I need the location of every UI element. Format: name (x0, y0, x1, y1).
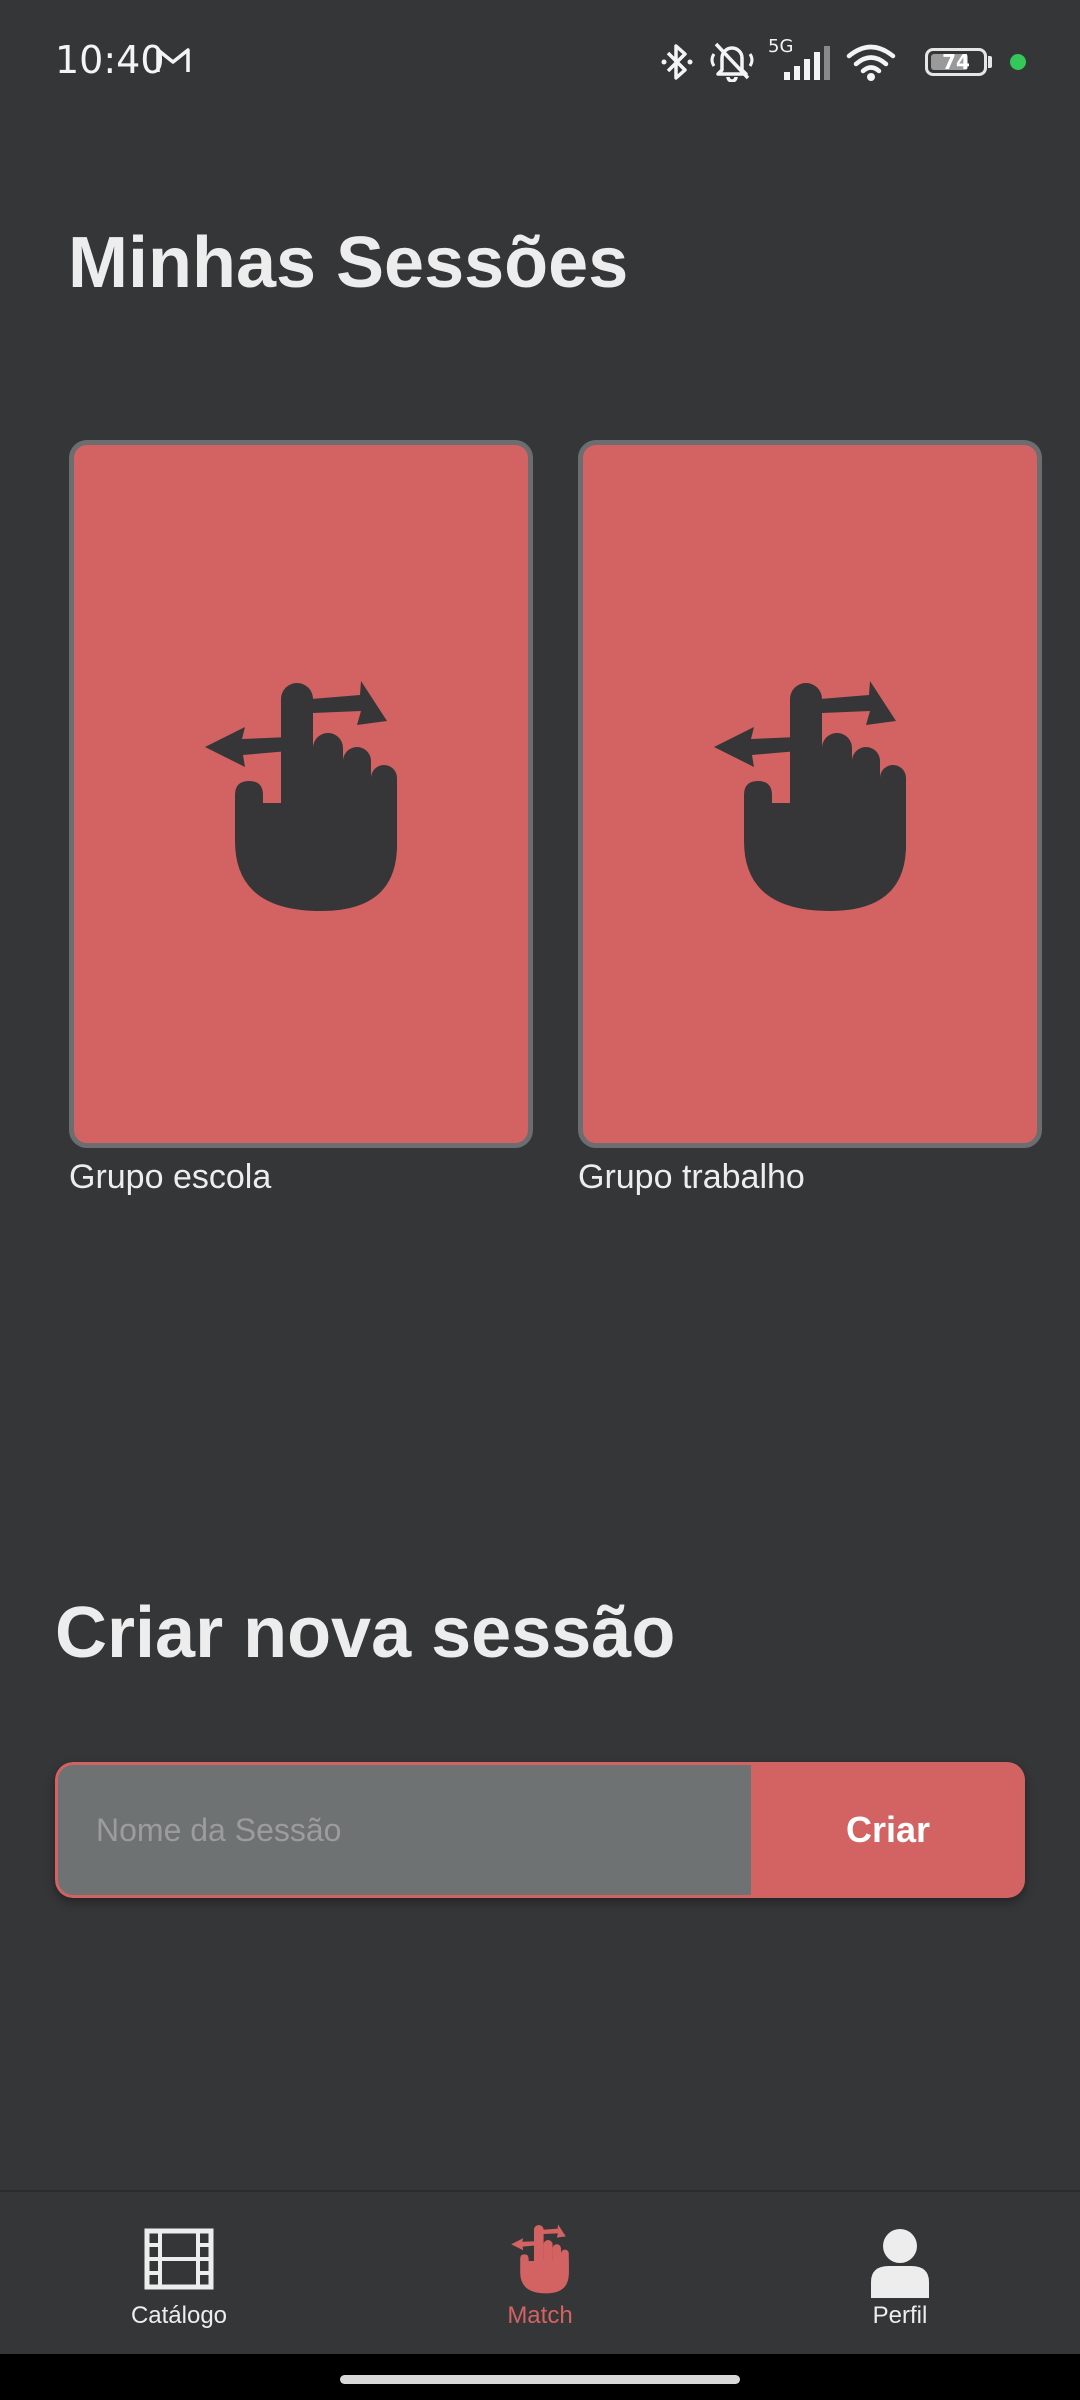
create-session-form: Criar (55, 1762, 1025, 1898)
nav-item-match[interactable]: Match (410, 2192, 670, 2356)
swipe-gesture-icon (714, 681, 906, 911)
create-session-title: Criar nova sessão (55, 1593, 676, 1673)
wifi-icon (846, 44, 896, 81)
nav-label-perfil: Perfil (872, 2302, 928, 2329)
battery-icon: 74 (925, 48, 987, 76)
session-label: Grupo escola (69, 1158, 272, 1196)
privacy-dot (1010, 54, 1026, 70)
gmail-icon (156, 48, 190, 72)
session-card-grupo-escola[interactable] (69, 440, 533, 1148)
create-button[interactable]: Criar (751, 1762, 1025, 1898)
swipe-gesture-icon (205, 681, 397, 911)
bottom-nav: Catálogo Match Perfil (0, 2190, 1080, 2356)
bluetooth-icon (661, 44, 693, 80)
sessions-title: Minhas Sessões (68, 223, 629, 303)
session-label: Grupo trabalho (578, 1158, 805, 1196)
person-icon (871, 2229, 929, 2298)
session-name-input[interactable] (55, 1762, 751, 1898)
swipe-gesture-icon (511, 2224, 569, 2294)
vibrate-off-icon (710, 42, 754, 82)
nav-label-match: Match (507, 2302, 573, 2329)
status-bar: 10:40 5G 74 (0, 0, 1080, 125)
nav-item-perfil[interactable]: Perfil (770, 2192, 1030, 2356)
home-indicator[interactable] (340, 2375, 740, 2384)
session-card-grupo-trabalho[interactable] (578, 440, 1042, 1148)
status-time: 10:40 (55, 38, 165, 82)
nav-label-catalogo: Catálogo (130, 2302, 228, 2329)
battery-level: 74 (942, 50, 970, 74)
nav-item-catalogo[interactable]: Catálogo (49, 2192, 309, 2356)
status-icons: 5G 74 (660, 36, 1080, 88)
film-icon (144, 2228, 214, 2290)
battery-tip (988, 56, 992, 68)
signal-icon (784, 46, 830, 80)
gesture-navigation-area (0, 2354, 1080, 2400)
